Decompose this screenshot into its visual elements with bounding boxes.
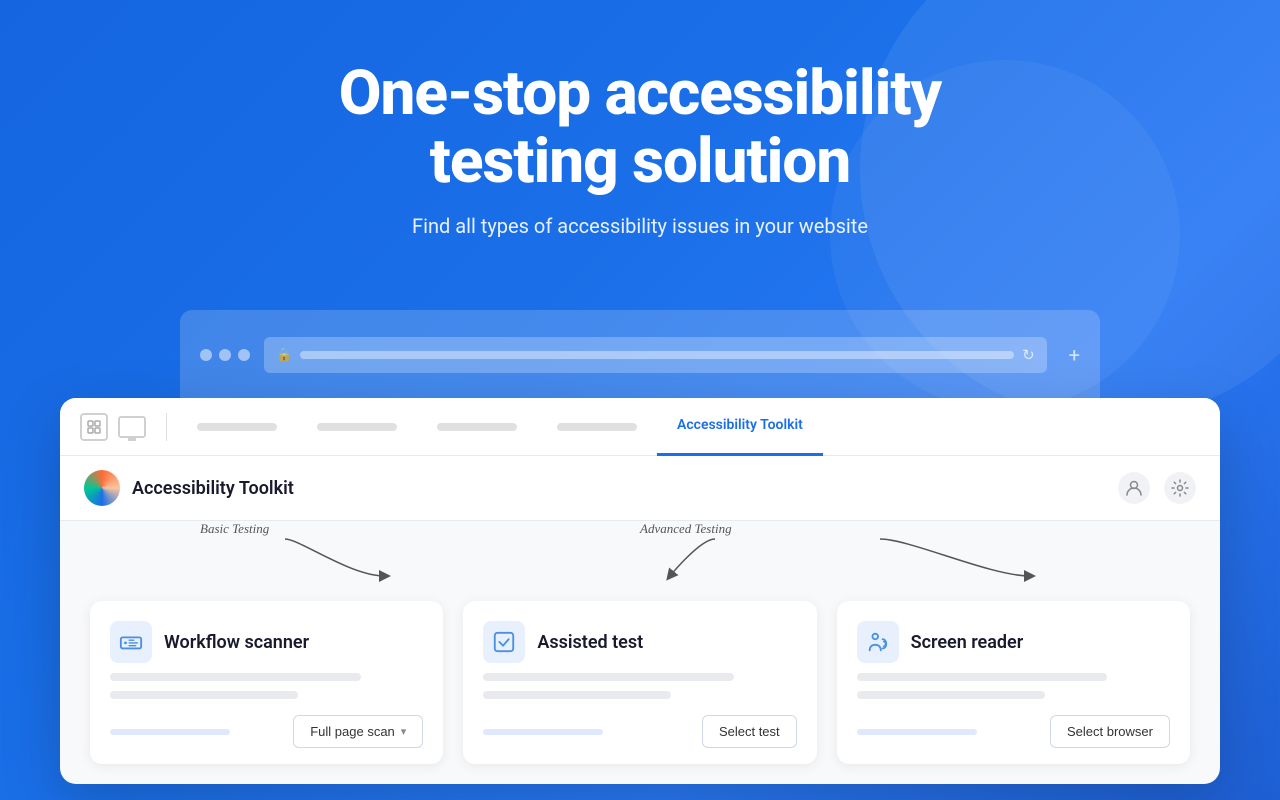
card-screen-reader-title: Screen reader [911, 632, 1024, 653]
card-workflow-scanner-progress [110, 729, 230, 735]
card-workflow-scanner: Workflow scanner Full page scan ▾ [90, 601, 443, 764]
refresh-icon: ↻ [1022, 346, 1035, 364]
tab-1[interactable] [177, 398, 297, 456]
hero-title: One-stop accessibility testing solution [339, 60, 941, 196]
card-screen-reader-progress [857, 729, 977, 735]
hero-section: One-stop accessibility testing solution … [339, 0, 941, 268]
card-assisted-test-footer: Select test [483, 709, 796, 748]
annotation-advanced: Advanced Testing [640, 521, 732, 537]
new-tab-icon: + [1069, 343, 1080, 367]
browser-dot-1 [200, 349, 212, 361]
tab-4[interactable] [537, 398, 657, 456]
extension-icon-group [80, 413, 167, 441]
puzzle-icon [80, 413, 108, 441]
chevron-down-icon: ▾ [401, 725, 407, 738]
card-screen-reader-line1 [857, 673, 1108, 681]
select-browser-label: Select browser [1067, 724, 1153, 739]
select-test-label: Select test [719, 724, 780, 739]
card-assisted-test: Assisted test Select test [463, 601, 816, 764]
scanner-icon [110, 621, 152, 663]
card-workflow-scanner-line1 [110, 673, 361, 681]
card-screen-reader: Screen reader Select browser [837, 601, 1190, 764]
monitor-icon [118, 416, 146, 438]
person-wave-icon [857, 621, 899, 663]
browser-address-bar: 🔒 ↻ [264, 337, 1047, 373]
select-test-button[interactable]: Select test [702, 715, 797, 748]
tab-accessibility-toolkit[interactable]: Accessibility Toolkit [657, 398, 823, 456]
browser-dot-3 [238, 349, 250, 361]
extension-panel: Accessibility Toolkit Accessibility Tool… [60, 398, 1220, 784]
card-assisted-test-title: Assisted test [537, 632, 643, 653]
cards-row: Workflow scanner Full page scan ▾ [90, 601, 1190, 764]
extension-body: Basic Testing Advanced Testing [60, 521, 1220, 784]
extension-title: Accessibility Toolkit [132, 478, 294, 499]
extension-header-actions [1118, 472, 1196, 504]
browser-dots [200, 349, 250, 361]
card-screen-reader-line2 [857, 691, 1045, 699]
full-page-scan-button[interactable]: Full page scan ▾ [293, 715, 423, 748]
extension-tabs-bar: Accessibility Toolkit [60, 398, 1220, 456]
extension-logo [84, 470, 120, 506]
card-assisted-test-header: Assisted test [483, 621, 796, 663]
browser-chrome: 🔒 ↻ + [180, 310, 1100, 400]
lock-icon: 🔒 [276, 348, 292, 363]
tab-2[interactable] [297, 398, 417, 456]
extension-header: Accessibility Toolkit [60, 456, 1220, 521]
card-workflow-scanner-footer: Full page scan ▾ [110, 709, 423, 748]
card-assisted-test-line1 [483, 673, 734, 681]
select-browser-button[interactable]: Select browser [1050, 715, 1170, 748]
tab-accessibility-toolkit-label: Accessibility Toolkit [677, 417, 803, 433]
card-assisted-test-progress [483, 729, 603, 735]
card-workflow-scanner-title: Workflow scanner [164, 632, 309, 653]
hero-subtitle: Find all types of accessibility issues i… [339, 214, 941, 238]
browser-dot-2 [219, 349, 231, 361]
browser-url-bar [300, 351, 1014, 359]
user-icon[interactable] [1118, 472, 1150, 504]
card-workflow-scanner-line2 [110, 691, 298, 699]
card-workflow-scanner-header: Workflow scanner [110, 621, 423, 663]
tab-3[interactable] [417, 398, 537, 456]
card-screen-reader-header: Screen reader [857, 621, 1170, 663]
annotation-basic: Basic Testing [200, 521, 269, 537]
full-page-scan-label: Full page scan [310, 724, 395, 739]
card-screen-reader-footer: Select browser [857, 709, 1170, 748]
check-icon [483, 621, 525, 663]
card-assisted-test-line2 [483, 691, 671, 699]
settings-icon[interactable] [1164, 472, 1196, 504]
